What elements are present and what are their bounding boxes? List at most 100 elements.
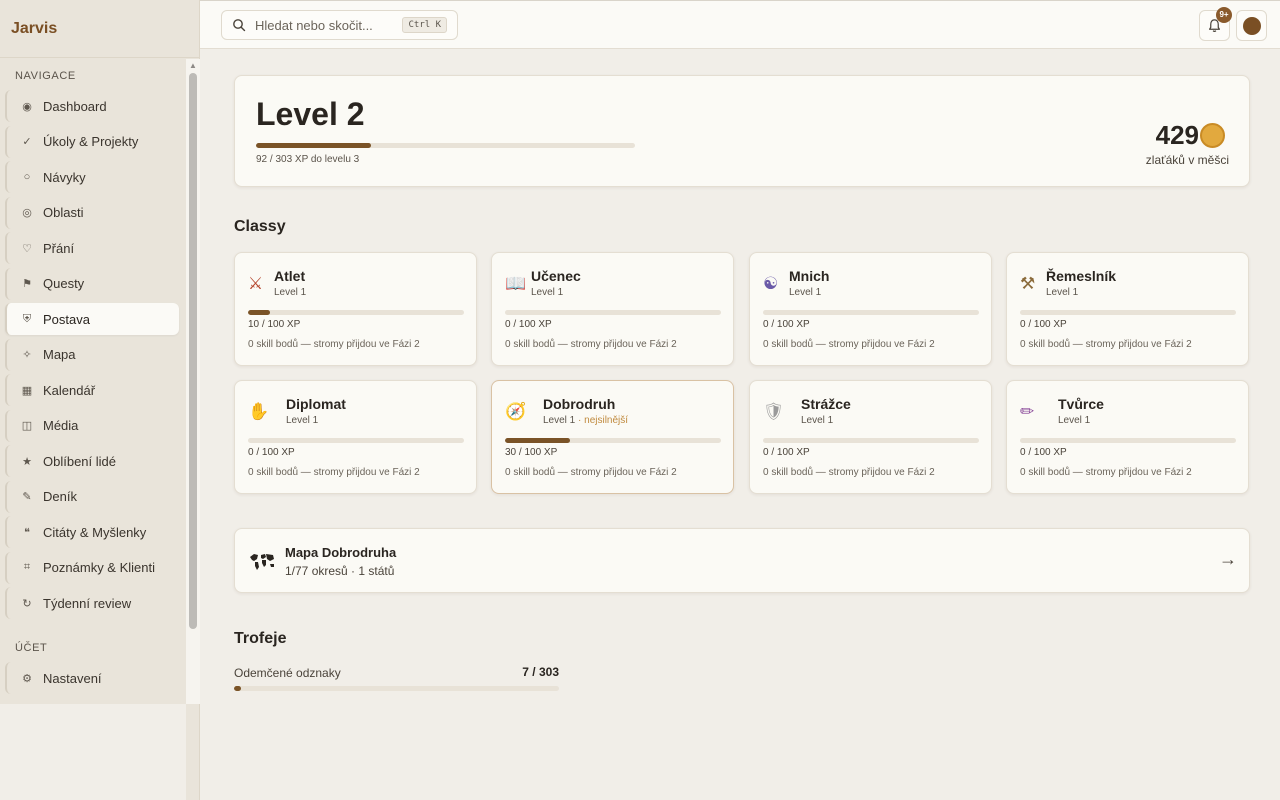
notification-badge: 9+ [1216, 7, 1232, 23]
sidebar-item-3[interactable]: ◎ Oblasti [5, 196, 179, 229]
class-name: Diplomat [286, 396, 346, 412]
class-icon: 🛡 [763, 402, 785, 421]
nav-icon: ◎ [22, 207, 32, 219]
topbar: Hledat nebo skočit... Ctrl K 9+ [200, 0, 1280, 49]
notifications-button[interactable]: 9+ [1199, 7, 1232, 41]
class-card[interactable]: ⚔ Atlet Level 1 10 / 100 XP 0 skill bodů — s… [234, 252, 477, 366]
search-input[interactable]: Hledat nebo skočit... Ctrl K [221, 10, 458, 40]
sidebar-item-1[interactable]: ✓ Úkoly & Projekty [5, 125, 179, 158]
class-card[interactable]: ☯ Mnich Level 1 0 / 100 XP 0 skill bodů — st… [749, 252, 992, 366]
sidebar-item-label: Questy [43, 276, 85, 291]
level-xp-caption: 92 / 303 XP do levelu 3 [256, 154, 360, 165]
class-card[interactable]: ✋ Diplomat Level 1 0 / 100 XP 0 skill bodů —… [234, 380, 477, 494]
sidebar-scrollbar[interactable]: ▲ [186, 59, 200, 704]
nav-icon: ♡ [22, 242, 32, 255]
sidebar-item-label: Dashboard [43, 98, 107, 114]
gear-icon: ⚙ [22, 672, 32, 685]
sidebar-item-label: Oblíbení lidé [43, 453, 116, 469]
class-card[interactable]: ⚒ Řemeslník Level 1 0 / 100 XP 0 skill bodů … [1006, 252, 1249, 366]
class-xp: 0 / 100 XP [763, 319, 810, 330]
class-xp-bar [1020, 310, 1236, 315]
map-title: Mapa Dobrodruha [285, 545, 397, 560]
sidebar-item-2[interactable]: ○ Návyky [5, 161, 179, 193]
class-skill-points: 0 skill bodů — stromy přijdou ve Fázi 2 [1020, 467, 1192, 478]
account-heading: ÚČET [15, 642, 48, 654]
class-xp: 0 / 100 XP [1020, 447, 1067, 458]
trophies-fill [234, 686, 242, 691]
class-card[interactable]: 🧭 Dobrodruh Level 1 · nejsilnější 30 / 100 … [491, 380, 734, 494]
sidebar-item-label: Oblasti [43, 205, 84, 220]
sidebar-item-label: Úkoly & Projekty [43, 134, 139, 149]
class-icon: 🧭 [505, 402, 527, 421]
class-skill-points: 0 skill bodů — stromy přijdou ve Fázi 2 [763, 467, 935, 478]
sidebar-item-label: Návyky [43, 169, 86, 185]
class-level: Level 1 [1058, 415, 1091, 426]
class-card[interactable]: ✏ Tvůrce Level 1 0 / 100 XP 0 skill bodů — s… [1006, 380, 1249, 494]
sidebar-item-label: Přání [43, 240, 75, 256]
nav-icon: ★ [22, 455, 32, 468]
sidebar-item-9[interactable]: ◫ Média [5, 409, 179, 442]
class-level: Level 1 [789, 287, 822, 298]
sidebar-item-6[interactable]: ⛨ Postava [5, 303, 179, 335]
nav-icon: ▦ [21, 384, 33, 397]
nav-icon: ❝ [24, 526, 30, 539]
world-map-icon [250, 554, 274, 570]
sidebar-item-label: Týdenní review [43, 595, 132, 611]
class-icon: ✏ [1020, 402, 1035, 421]
class-icon: ⚔ [248, 274, 264, 293]
sidebar-item-settings[interactable]: ⚙ Nastavení [5, 662, 179, 694]
search-shortcut: Ctrl K [402, 17, 447, 33]
nav-icon: ◫ [21, 420, 33, 432]
sidebar-item-label: Nastavení [43, 670, 102, 686]
class-name: Učenec [531, 268, 581, 284]
class-xp: 0 / 100 XP [1020, 319, 1067, 330]
class-xp-bar [763, 438, 979, 443]
sidebar-item-5[interactable]: ⚑ Questy [5, 267, 179, 300]
coin-icon [1200, 123, 1225, 148]
class-name: Mnich [789, 268, 830, 284]
sidebar-item-0[interactable]: ◉ Dashboard [5, 90, 179, 122]
search-icon [233, 19, 246, 32]
sidebar-item-4[interactable]: ♡ Přání [5, 232, 179, 264]
app-title[interactable]: Jarvis [0, 0, 199, 58]
avatar-button[interactable] [1236, 10, 1267, 41]
trophies-heading: Trofeje [234, 630, 287, 647]
class-xp: 0 / 100 XP [763, 447, 810, 458]
class-skill-points: 0 skill bodů — stromy přijdou ve Fázi 2 [248, 339, 420, 350]
class-card[interactable]: 📖 Učenec Level 1 0 / 100 XP 0 skill bodů — s… [491, 252, 734, 366]
sidebar-item-11[interactable]: ✎ Deník [5, 480, 179, 513]
map-card[interactable]: Mapa Dobrodruha 1/77 okresů · 1 států → [234, 528, 1250, 593]
arrow-right-icon[interactable]: → [1219, 549, 1237, 570]
class-skill-points: 0 skill bodů — stromy přijdou ve Fázi 2 [505, 467, 677, 478]
sidebar-item-10[interactable]: ★ Oblíbení lidé [5, 445, 179, 477]
sidebar-item-12[interactable]: ❝ Citáty & Myšlenky [5, 516, 179, 548]
sidebar-item-13[interactable]: ⌗ Poznámky & Klienti [5, 551, 179, 584]
nav-icon: ⌗ [23, 561, 31, 573]
class-icon: ☯ [763, 274, 779, 293]
class-icon: ⚒ [1020, 274, 1036, 293]
nav-icon: ✎ [22, 491, 32, 503]
class-card[interactable]: 🛡 Strážce Level 1 0 / 100 XP 0 skill bodů — … [749, 380, 992, 494]
sidebar-item-7[interactable]: ✧ Mapa [5, 338, 179, 371]
class-xp: 10 / 100 XP [248, 319, 301, 330]
trophies-bar [234, 686, 559, 691]
sidebar-nav: NAVIGACE ◉ Dashboard ✓ Úkoly & Projekty ○ Náv… [0, 59, 186, 704]
sidebar-item-label: Postava [43, 311, 90, 327]
class-level: Level 1 [801, 415, 834, 426]
trophies-count: 7 / 303 [522, 665, 559, 679]
scroll-thumb[interactable] [189, 73, 197, 629]
class-xp-bar [248, 310, 464, 315]
sidebar-item-label: Média [43, 418, 79, 433]
scroll-up-icon[interactable]: ▲ [189, 61, 197, 70]
nav-icon: ⛨ [22, 312, 32, 325]
sidebar-item-8[interactable]: ▦ Kalendář [5, 374, 179, 406]
sidebar-item-label: Kalendář [43, 382, 96, 398]
class-xp-bar [505, 438, 721, 443]
class-level: Level 1 [1046, 287, 1079, 298]
class-name: Řemeslník [1046, 268, 1117, 284]
nav-icon: ↻ [22, 597, 32, 610]
sidebar-item-14[interactable]: ↻ Týdenní review [5, 587, 179, 619]
map-subtitle: 1/77 okresů · 1 států [285, 564, 395, 578]
class-xp: 0 / 100 XP [505, 319, 552, 330]
class-xp: 30 / 100 XP [505, 447, 558, 458]
